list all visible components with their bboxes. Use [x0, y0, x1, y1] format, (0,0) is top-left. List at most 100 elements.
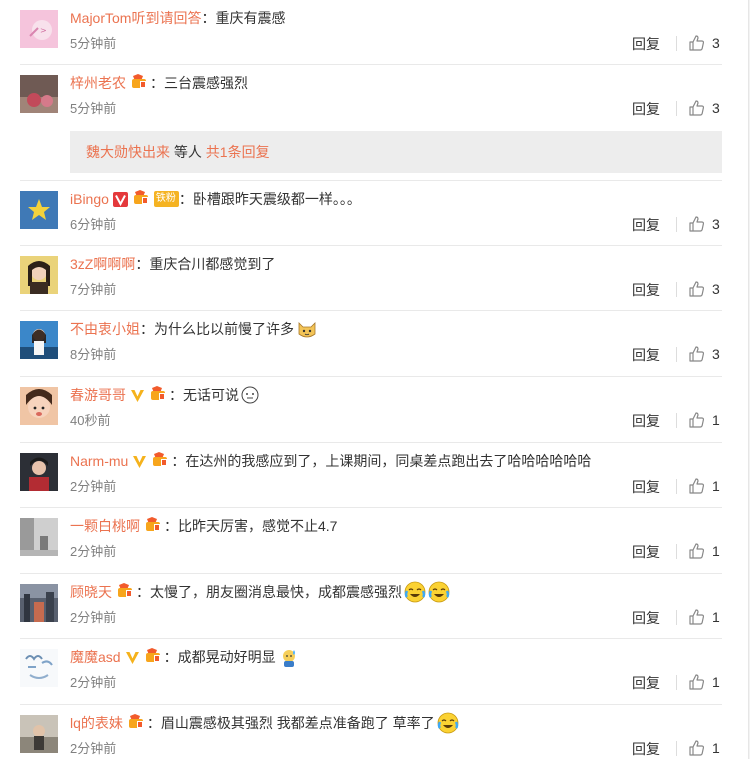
verified-v-icon[interactable] [125, 650, 140, 665]
username-link[interactable]: 一颗白桃啊 [70, 516, 140, 536]
username-link[interactable]: 不由衷小姐 [70, 319, 140, 339]
reply-button[interactable]: 回复 [632, 216, 660, 234]
comment-text: 比昨天厉害，感觉不止4.7 [178, 518, 338, 534]
username-link[interactable]: Narm-mu [70, 451, 128, 471]
like-button[interactable]: 1 [688, 607, 720, 627]
divider [676, 101, 677, 116]
colon: ： [201, 10, 216, 26]
like-count: 3 [712, 216, 720, 232]
avatar[interactable] [20, 191, 58, 229]
member-badge-icon[interactable] [151, 451, 171, 472]
reply-button[interactable]: 回复 [632, 478, 660, 496]
avatar[interactable]: > [20, 10, 58, 48]
member-badge-icon[interactable] [132, 189, 152, 210]
avatar[interactable] [20, 584, 58, 622]
like-button[interactable]: 1 [688, 410, 720, 430]
divider [676, 347, 677, 362]
username-link[interactable]: 春游哥哥 [70, 385, 126, 405]
comment-item: 顾晓天 ： 太慢了，朋友圈消息最快，成都震感强烈 2分钟前 回复 1 [20, 574, 722, 639]
like-count: 1 [712, 609, 720, 625]
reply-button[interactable]: 回复 [632, 609, 660, 627]
member-badge-icon[interactable] [144, 516, 164, 537]
reply-button[interactable]: 回复 [632, 100, 660, 118]
laugh-cry-emoji-icon [437, 712, 459, 734]
username-link[interactable]: 顾晓天 [70, 582, 112, 602]
avatar[interactable] [20, 387, 58, 425]
comment-item: lq的表妹 ： 眉山震感极其强烈 我都差点准备跑了 草率了 2分钟前 回复 1 [20, 705, 722, 759]
thumbs-up-icon [689, 412, 705, 428]
sub-reply-count[interactable]: 共1条回复 [206, 144, 270, 160]
username-link[interactable]: 魔魔asd [70, 647, 121, 667]
comment-time: 2分钟前 [70, 741, 117, 756]
username-link[interactable]: 梓州老农 [70, 73, 126, 93]
like-button[interactable]: 1 [688, 541, 720, 561]
like-count: 1 [712, 478, 720, 494]
svg-text:>: > [40, 26, 47, 35]
reply-button[interactable]: 回复 [632, 35, 660, 53]
like-button[interactable]: 3 [688, 98, 720, 118]
thumbs-up-icon [689, 478, 705, 494]
thumbs-up-icon [689, 740, 705, 756]
verified-v-icon[interactable] [132, 454, 147, 469]
divider [676, 217, 677, 232]
avatar[interactable] [20, 649, 58, 687]
comment-time: 8分钟前 [70, 347, 117, 362]
like-button[interactable]: 3 [688, 33, 720, 53]
username-link[interactable]: iBingo [70, 189, 109, 209]
member-badge-icon[interactable] [116, 582, 136, 603]
sub-reply-user[interactable]: 魏大勋快出来 [86, 144, 170, 160]
like-button[interactable]: 3 [688, 344, 720, 364]
colon: ： [135, 256, 150, 272]
comment-item: 梓州老农 ： 三台震感强烈 5分钟前 回复 3 [20, 65, 722, 131]
reply-button[interactable]: 回复 [632, 281, 660, 299]
comment-panel: > MajorTom听到请回答 ： 重庆有震感 5分钟前 回复 3 梓州老农 ：… [0, 0, 749, 759]
reply-button[interactable]: 回复 [632, 740, 660, 758]
comment-item: iBingo 铁粉 ： 卧槽跟昨天震级都一样。。。 6分钟前 回复 3 [20, 181, 722, 246]
like-count: 1 [712, 543, 720, 559]
avatar[interactable] [20, 75, 58, 113]
like-count: 3 [712, 281, 720, 297]
member-badge-icon[interactable] [149, 385, 169, 406]
member-badge-icon[interactable] [130, 73, 150, 94]
like-button[interactable]: 1 [688, 476, 720, 496]
like-button[interactable]: 3 [688, 214, 720, 234]
colon: ： [140, 321, 154, 337]
like-button[interactable]: 1 [688, 738, 720, 758]
laugh-cry-emoji-icon [428, 581, 450, 603]
comment-text: 无话可说 [183, 387, 239, 403]
reply-button[interactable]: 回复 [632, 412, 660, 430]
cat-emoji-icon [296, 318, 318, 340]
username-link[interactable]: 3zZ啊啊啊 [70, 254, 135, 274]
member-badge-icon[interactable] [144, 647, 164, 668]
sub-reply-summary[interactable]: 魏大勋快出来 等人 共1条回复 [70, 131, 722, 173]
comment-text: 重庆合川都感觉到了 [149, 256, 276, 272]
like-button[interactable]: 3 [688, 279, 720, 299]
comment-item: 3zZ啊啊啊 ： 重庆合川都感觉到了 7分钟前 回复 3 [20, 246, 722, 311]
comment-item: Narm-mu ： 在达州的我感应到了，上课期间，同桌差点跑出去了哈哈哈哈哈哈 … [20, 443, 722, 508]
reply-button[interactable]: 回复 [632, 674, 660, 692]
comment-time: 2分钟前 [70, 479, 117, 494]
verified-v-icon[interactable] [112, 191, 128, 207]
comment-time: 2分钟前 [70, 675, 117, 690]
member-badge-icon[interactable] [127, 713, 147, 734]
comment-item: 春游哥哥 ： 无话可说 40秒前 回复 1 [20, 377, 722, 443]
avatar[interactable] [20, 715, 58, 753]
username-link[interactable]: lq的表妹 [70, 713, 123, 733]
comment-time: 5分钟前 [70, 101, 117, 116]
divider [676, 610, 677, 625]
like-count: 3 [712, 35, 720, 51]
thumbs-up-icon [689, 35, 705, 51]
comment-time: 40秒前 [70, 413, 111, 428]
verified-v-icon[interactable] [130, 388, 145, 403]
reply-button[interactable]: 回复 [632, 543, 660, 561]
fans-badge[interactable]: 铁粉 [153, 191, 179, 207]
avatar[interactable] [20, 256, 58, 294]
like-button[interactable]: 1 [688, 672, 720, 692]
avatar[interactable] [20, 453, 58, 491]
avatar[interactable] [20, 321, 58, 359]
avatar[interactable] [20, 518, 58, 556]
username-link[interactable]: MajorTom听到请回答 [70, 8, 201, 28]
like-count: 1 [712, 740, 720, 756]
comment-item: 魔魔asd ： 成都晃动好明显 2分钟前 回复 1 [20, 639, 722, 705]
reply-button[interactable]: 回复 [632, 346, 660, 364]
